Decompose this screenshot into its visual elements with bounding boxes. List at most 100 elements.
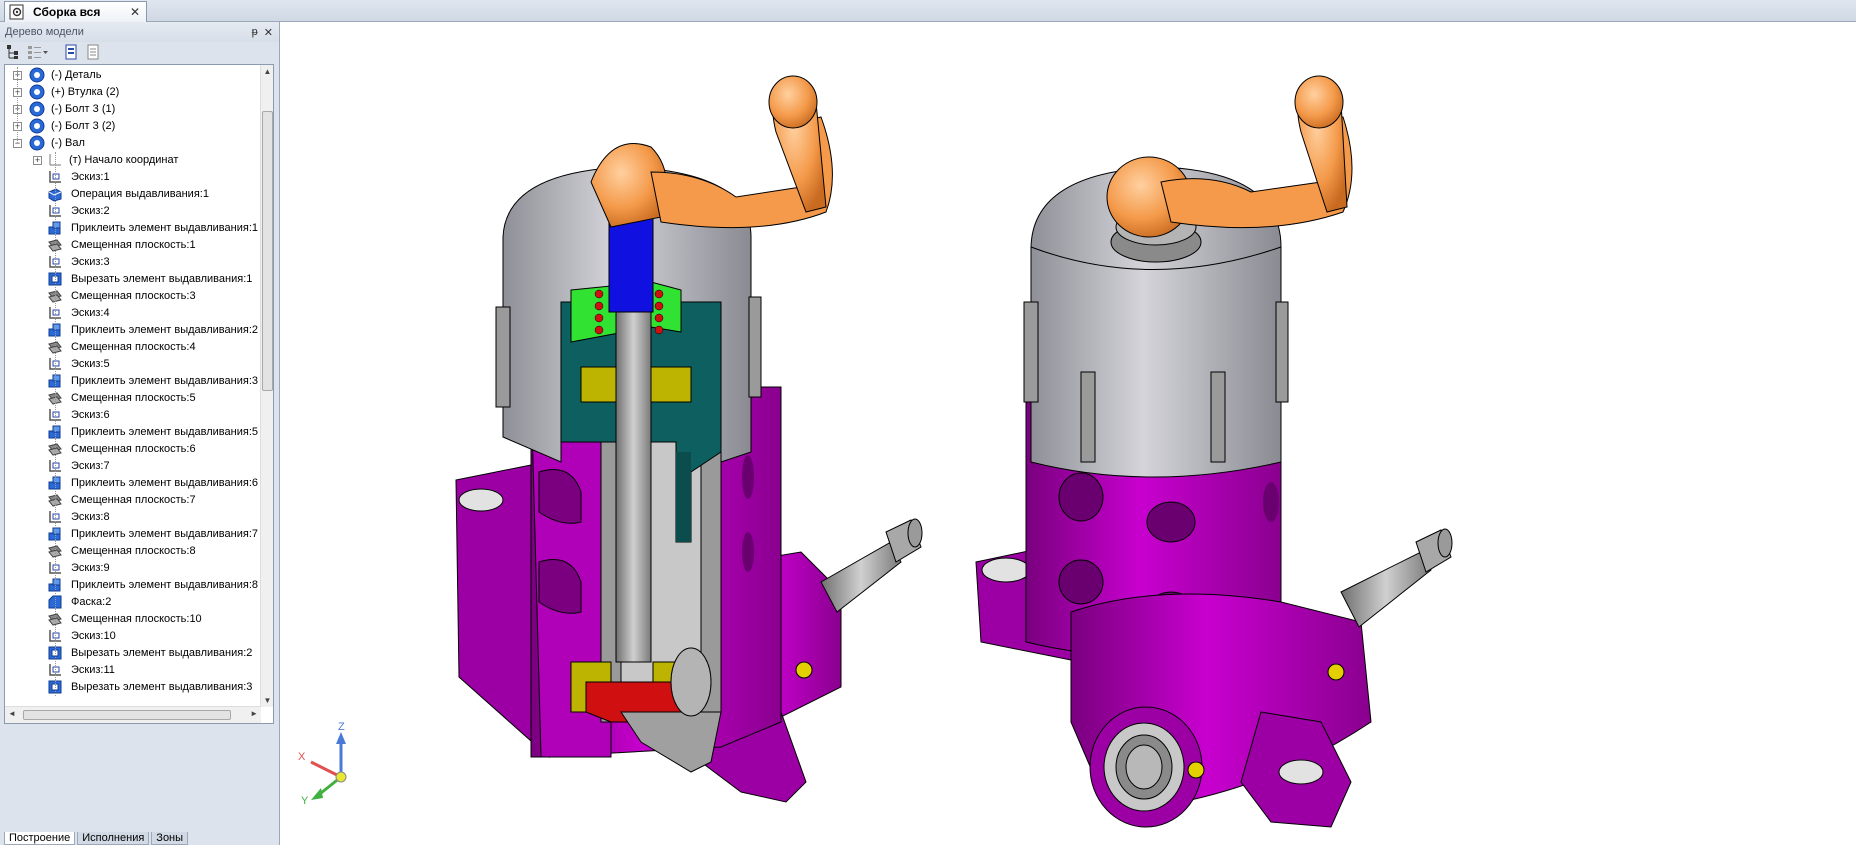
- document-tab-strip: Сборка вся ✕: [0, 0, 1856, 22]
- tree-view-dropdown-icon[interactable]: [27, 44, 49, 60]
- vertical-scrollbar[interactable]: ▲ ▼: [260, 65, 273, 707]
- tree-node[interactable]: Эскиз:10: [5, 628, 261, 645]
- tree-node[interactable]: + (т) Начало координат: [5, 152, 261, 169]
- tree-node[interactable]: Эскиз:1: [5, 169, 261, 186]
- tree-node[interactable]: Вырезать элемент выдавливания:1: [5, 271, 261, 288]
- tree-connector: [55, 152, 56, 696]
- tree-node-label: Смещенная плоскость:6: [71, 443, 196, 455]
- part-icon: [29, 67, 45, 83]
- tree-node[interactable]: Эскиз:3: [5, 254, 261, 271]
- tree-node-label: Приклеить элемент выдавливания:6: [71, 477, 258, 489]
- tree-node-label: Смещенная плоскость:1: [71, 239, 196, 251]
- tab-zones[interactable]: Зоны: [151, 832, 189, 845]
- horizontal-scrollbar[interactable]: ◄ ►: [5, 706, 261, 723]
- list-view-icon[interactable]: [85, 44, 101, 60]
- tree-node-label: Смещенная плоскость:8: [71, 545, 196, 557]
- scroll-right-arrow-icon[interactable]: ►: [250, 709, 258, 718]
- tree-node[interactable]: Эскиз:8: [5, 509, 261, 526]
- tree-node[interactable]: Эскиз:7: [5, 458, 261, 475]
- tree-node[interactable]: Смещенная плоскость:3: [5, 288, 261, 305]
- tree-node[interactable]: − (-) Вал: [5, 135, 261, 152]
- part-icon: [29, 118, 45, 134]
- tree-node-label: Эскиз:8: [71, 511, 110, 523]
- tree-node[interactable]: + (-) Деталь: [5, 67, 261, 84]
- tree-node-label: Вырезать элемент выдавливания:2: [71, 647, 253, 659]
- tree-node[interactable]: Эскиз:6: [5, 407, 261, 424]
- tree-node[interactable]: Вырезать элемент выдавливания:3: [5, 679, 261, 696]
- tree-node-label: (+) Втулка (2): [51, 86, 120, 98]
- tree-node[interactable]: Смещенная плоскость:8: [5, 543, 261, 560]
- tree-node-label: Операция выдавливания:1: [71, 188, 209, 200]
- tree-node-label: Приклеить элемент выдавливания:1: [71, 222, 258, 234]
- tree-node-label: Эскиз:1: [71, 171, 110, 183]
- tree-node[interactable]: Эскиз:5: [5, 356, 261, 373]
- vertical-scroll-thumb[interactable]: [262, 111, 273, 391]
- triad-y-label: Y: [301, 795, 309, 807]
- horizontal-scroll-thumb[interactable]: [23, 710, 231, 720]
- tree-node-label: Эскиз:2: [71, 205, 110, 217]
- full-view-model[interactable]: [975, 75, 1453, 828]
- tree-node[interactable]: + (-) Болт 3 (1): [5, 101, 261, 118]
- tree-node[interactable]: Эскиз:4: [5, 305, 261, 322]
- tree-node[interactable]: Приклеить элемент выдавливания:1: [5, 220, 261, 237]
- tree-node[interactable]: Операция выдавливания:1: [5, 186, 261, 203]
- panel-toolbar: [0, 42, 279, 62]
- tab-construction[interactable]: Построение: [4, 832, 76, 845]
- tree-node[interactable]: Приклеить элемент выдавливания:3: [5, 373, 261, 390]
- tree-node[interactable]: Эскиз:2: [5, 203, 261, 220]
- expand-node-icon[interactable]: +: [33, 156, 42, 165]
- panel-header: Дерево модели ᵽ ✕: [0, 22, 279, 42]
- tree-node[interactable]: Смещенная плоскость:5: [5, 390, 261, 407]
- tree-node-label: Эскиз:4: [71, 307, 110, 319]
- tree-node-label: Приклеить элемент выдавливания:8: [71, 579, 258, 591]
- tree-node[interactable]: Вырезать элемент выдавливания:2: [5, 645, 261, 662]
- tree-node-label: Эскиз:3: [71, 256, 110, 268]
- scroll-left-arrow-icon[interactable]: ◄: [8, 709, 16, 718]
- tree-connector: [17, 67, 18, 143]
- assembly-3d-view[interactable]: Z X Y: [281, 22, 1856, 845]
- 3d-viewport[interactable]: Z X Y: [281, 22, 1856, 845]
- tree-node[interactable]: Смещенная плоскость:1: [5, 237, 261, 254]
- tree-node-label: Приклеить элемент выдавливания:3: [71, 375, 258, 387]
- tree-node-label: Эскиз:11: [71, 664, 115, 676]
- tree-structure-icon[interactable]: [5, 44, 21, 60]
- tree-node[interactable]: + (-) Болт 3 (2): [5, 118, 261, 135]
- tree-node[interactable]: Приклеить элемент выдавливания:2: [5, 322, 261, 339]
- triad-x-label: X: [298, 751, 306, 763]
- tree-node[interactable]: Приклеить элемент выдавливания:8: [5, 577, 261, 594]
- section-view-model[interactable]: [455, 75, 923, 803]
- tree-node-label: Фаска:2: [71, 596, 112, 608]
- document-tab-title: Сборка вся: [33, 5, 101, 19]
- tree-node[interactable]: Смещенная плоскость:4: [5, 339, 261, 356]
- tree-node[interactable]: Смещенная плоскость:10: [5, 611, 261, 628]
- properties-icon[interactable]: [63, 44, 79, 60]
- model-tree-panel: Дерево модели ᵽ ✕ +(-) Деталь+(+) Вту: [0, 22, 280, 845]
- tree-node-label: (-) Деталь: [51, 69, 102, 81]
- model-tree[interactable]: + (-) Деталь + (+) Втулка (2) + (-) Болт 3 (1…: [4, 64, 274, 724]
- tree-node[interactable]: Приклеить элемент выдавливания:7: [5, 526, 261, 543]
- tree-node-label: Эскиз:9: [71, 562, 110, 574]
- tree-node[interactable]: Эскиз:11: [5, 662, 261, 679]
- pin-panel-button[interactable]: ᵽ: [252, 26, 258, 39]
- tree-node[interactable]: Приклеить элемент выдавливания:6: [5, 475, 261, 492]
- scroll-up-arrow-icon[interactable]: ▲: [261, 65, 273, 78]
- tree-node-label: Вырезать элемент выдавливания:3: [71, 681, 253, 693]
- tree-node[interactable]: Смещенная плоскость:6: [5, 441, 261, 458]
- scroll-down-arrow-icon[interactable]: ▼: [261, 694, 273, 707]
- document-tab[interactable]: Сборка вся ✕: [4, 1, 147, 22]
- close-panel-button[interactable]: ✕: [264, 26, 273, 39]
- panel-title: Дерево модели: [5, 26, 84, 38]
- tree-node[interactable]: Эскиз:9: [5, 560, 261, 577]
- tab-variants[interactable]: Исполнения: [77, 832, 150, 845]
- close-tab-button[interactable]: ✕: [130, 5, 140, 19]
- tree-node-label: (-) Болт 3 (1): [51, 103, 116, 115]
- tree-node[interactable]: + (+) Втулка (2): [5, 84, 261, 101]
- tree-node[interactable]: Приклеить элемент выдавливания:5: [5, 424, 261, 441]
- part-icon: [29, 84, 45, 100]
- tree-node[interactable]: Смещенная плоскость:7: [5, 492, 261, 509]
- tree-node-label: Приклеить элемент выдавливания:7: [71, 528, 258, 540]
- tree-node-label: (-) Вал: [51, 137, 85, 149]
- part-icon: [29, 135, 45, 151]
- tree-node[interactable]: Фаска:2: [5, 594, 261, 611]
- part-icon: [29, 101, 45, 117]
